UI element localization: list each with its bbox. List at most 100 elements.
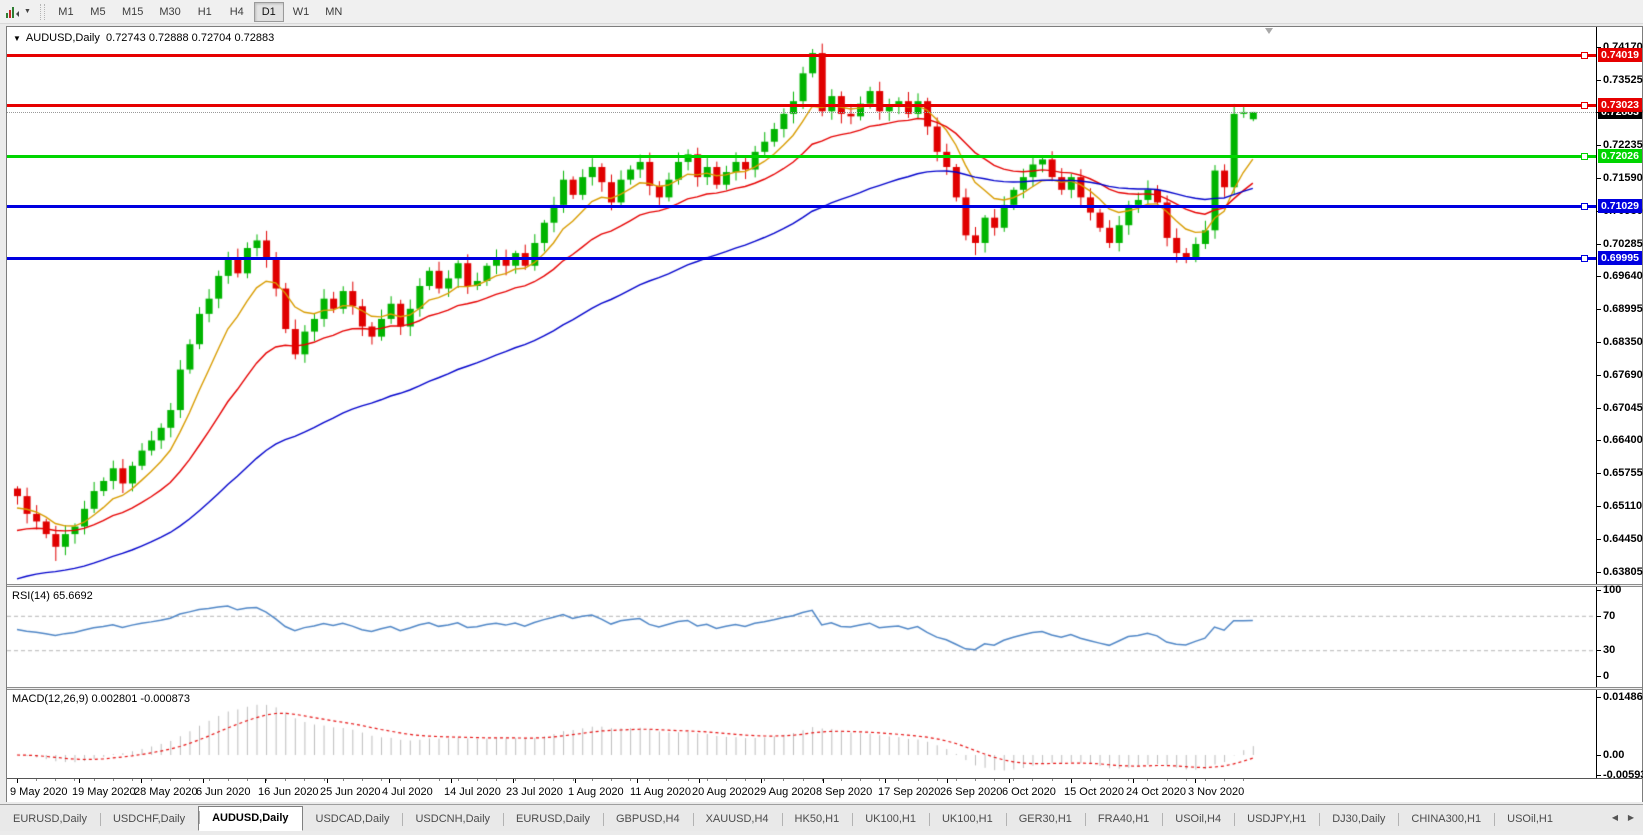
date-minor-tick	[898, 779, 899, 781]
line-handle[interactable]	[1581, 203, 1588, 210]
chart-tab-usdcad-daily[interactable]: USDCAD,Daily	[303, 809, 403, 831]
date-minor-tick	[381, 779, 382, 781]
macd-tick-label: 0.00	[1603, 749, 1624, 761]
date-minor-tick	[841, 779, 842, 781]
date-label: 29 Aug 2020	[754, 786, 816, 798]
date-major-tick	[575, 779, 576, 783]
chart-tab-usdchf-daily[interactable]: USDCHF,Daily	[100, 809, 198, 831]
timeframe-button-m15[interactable]: M15	[115, 2, 150, 22]
horizontal-level-line[interactable]	[7, 205, 1596, 208]
date-minor-tick	[975, 779, 976, 781]
chart-tab-fra40-h1[interactable]: FRA40,H1	[1085, 809, 1162, 831]
rsi-tick-label: 0	[1603, 670, 1609, 682]
timeframe-button-w1[interactable]: W1	[286, 2, 317, 22]
date-label: 23 Jul 2020	[506, 786, 563, 798]
chart-symbol-period: AUDUSD,Daily	[26, 32, 100, 44]
tab-scroll-right-button[interactable]: ▶	[1623, 809, 1639, 827]
chart-tab-audusd-daily[interactable]: AUDUSD,Daily	[198, 806, 302, 831]
chart-tab-dj30-daily[interactable]: DJ30,Daily	[1319, 809, 1398, 831]
date-label: 16 Jun 2020	[258, 786, 319, 798]
date-major-tick	[1195, 779, 1196, 783]
date-minor-tick	[1013, 779, 1014, 781]
chart-tab-gbpusd-h4[interactable]: GBPUSD,H4	[603, 809, 693, 831]
timeframe-button-m5[interactable]: M5	[83, 2, 113, 22]
line-handle[interactable]	[1581, 153, 1588, 160]
date-major-tick	[761, 779, 762, 783]
date-major-tick	[141, 779, 142, 783]
date-minor-tick	[611, 779, 612, 781]
timeframe-button-m30[interactable]: M30	[152, 2, 187, 22]
chart-menu-button[interactable]: ▼	[0, 4, 35, 20]
level-price-badge: 0.74019	[1598, 48, 1642, 62]
date-minor-tick	[247, 779, 248, 781]
date-minor-tick	[956, 779, 957, 781]
date-minor-tick	[534, 779, 535, 781]
date-major-tick	[1009, 779, 1010, 783]
chart-tab-usoil-h1[interactable]: USOil,H1	[1494, 809, 1566, 831]
date-minor-tick	[285, 779, 286, 781]
timeframe-button-m1[interactable]: M1	[51, 2, 81, 22]
chart-tab-eurusd-daily[interactable]: EURUSD,Daily	[0, 809, 100, 831]
horizontal-level-line[interactable]	[7, 155, 1596, 158]
line-handle[interactable]	[1581, 102, 1588, 109]
timeframe-button-h1[interactable]: H1	[190, 2, 220, 22]
candlestick-chart-canvas[interactable]	[7, 27, 1596, 584]
horizontal-level-line[interactable]	[7, 257, 1596, 260]
chart-tab-uk100-h1[interactable]: UK100,H1	[852, 809, 929, 831]
date-major-tick	[637, 779, 638, 783]
price-tick-label: 0.66400	[1603, 434, 1643, 446]
chart-title: ▼AUDUSD,Daily 0.72743 0.72888 0.72704 0.…	[13, 32, 274, 44]
date-minor-tick	[918, 779, 919, 781]
date-minor-tick	[1032, 779, 1033, 781]
price-tick-label: 0.65755	[1603, 467, 1643, 479]
price-axis: 0.741700.735250.728800.722350.715900.709…	[1596, 27, 1642, 584]
chart-window: ▼AUDUSD,Daily 0.72743 0.72888 0.72704 0.…	[6, 26, 1643, 802]
chart-tab-uk100-h1[interactable]: UK100,H1	[929, 809, 1006, 831]
chart-shift-marker[interactable]	[1265, 28, 1273, 34]
line-handle[interactable]	[1581, 255, 1588, 262]
tab-scroll-arrows: ◀▶	[1607, 805, 1643, 831]
date-minor-tick	[209, 779, 210, 781]
chart-tab-eurusd-daily[interactable]: EURUSD,Daily	[503, 809, 603, 831]
date-minor-tick	[1243, 779, 1244, 781]
date-label: 19 May 2020	[72, 786, 136, 798]
chart-tab-china300-h1[interactable]: CHINA300,H1	[1398, 809, 1494, 831]
horizontal-level-line[interactable]	[7, 54, 1596, 57]
rsi-chart-canvas[interactable]	[7, 587, 1596, 687]
chart-tab-xauusd-h4[interactable]: XAUUSD,H4	[693, 809, 782, 831]
price-tick-label: 0.69640	[1603, 270, 1643, 282]
price-tick-label: 0.63805	[1603, 566, 1643, 578]
price-tick-label: 0.68995	[1603, 303, 1643, 315]
toolbar-grip[interactable]	[40, 4, 45, 20]
line-handle[interactable]	[1581, 52, 1588, 59]
date-minor-tick	[132, 779, 133, 781]
chart-tab-usdjpy-h1[interactable]: USDJPY,H1	[1234, 809, 1319, 831]
macd-chart-canvas[interactable]	[7, 690, 1596, 778]
level-price-badge: 0.72026	[1598, 149, 1642, 163]
price-tick-label: 0.70285	[1603, 238, 1643, 250]
date-minor-tick	[1109, 779, 1110, 781]
timeframe-button-d1[interactable]: D1	[254, 2, 284, 22]
date-minor-tick	[228, 779, 229, 781]
timeframe-button-mn[interactable]: MN	[318, 2, 349, 22]
rsi-panel: RSI(14) 65.6692 10070300	[7, 587, 1642, 687]
date-minor-tick	[343, 779, 344, 781]
price-tick-label: 0.65110	[1603, 500, 1642, 512]
tab-scroll-left-button[interactable]: ◀	[1607, 809, 1623, 827]
level-price-badge: 0.69995	[1598, 251, 1642, 265]
date-label: 4 Jul 2020	[382, 786, 433, 798]
date-minor-tick	[36, 779, 37, 781]
timeframe-button-h4[interactable]: H4	[222, 2, 252, 22]
chart-tab-hk50-h1[interactable]: HK50,H1	[782, 809, 853, 831]
date-minor-tick	[189, 779, 190, 781]
date-label: 1 Aug 2020	[568, 786, 624, 798]
chart-tab-ger30-h1[interactable]: GER30,H1	[1006, 809, 1085, 831]
date-minor-tick	[400, 779, 401, 781]
horizontal-level-line[interactable]	[7, 104, 1596, 107]
date-major-tick	[699, 779, 700, 783]
date-minor-tick	[726, 779, 727, 781]
chart-tab-usoil-h4[interactable]: USOil,H4	[1162, 809, 1234, 831]
date-label: 9 May 2020	[10, 786, 67, 798]
chart-tab-usdcnh-daily[interactable]: USDCNH,Daily	[402, 809, 503, 831]
rsi-tick-label: 100	[1603, 584, 1621, 596]
